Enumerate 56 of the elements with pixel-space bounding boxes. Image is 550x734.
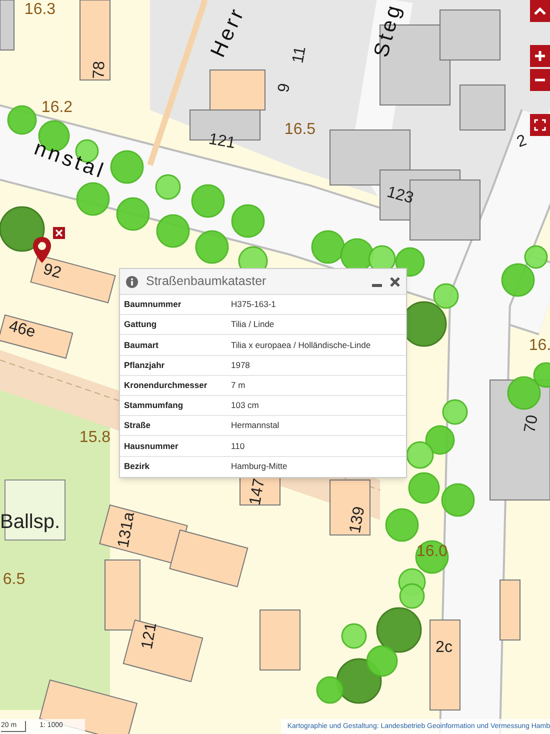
map-label: 2 <box>515 132 529 152</box>
map-label: 147 <box>248 477 268 507</box>
row-value: 110 <box>231 440 245 452</box>
map-label: 46e <box>7 318 37 342</box>
row-label: Straße <box>124 419 152 432</box>
map-label: 16.3 <box>24 2 56 18</box>
minus-icon <box>534 78 546 82</box>
map-label: 16.5 <box>284 122 316 138</box>
map-label: 9 <box>276 82 294 94</box>
map-label: Steg <box>370 0 406 60</box>
zoom-in-button[interactable] <box>530 45 550 67</box>
row-label: Baumnummer <box>124 298 182 311</box>
row-label: Kronendurchmesser <box>124 378 208 392</box>
row-label: Bezirk <box>124 460 151 473</box>
row-label: Pflanzjahr <box>124 358 166 372</box>
row-value: Hermannstal <box>231 419 280 432</box>
row-value: Tilia / Linde <box>231 318 274 332</box>
map-label: 70 <box>522 414 542 434</box>
row-value: 103 cm <box>231 399 259 412</box>
close-marker-icon[interactable] <box>53 227 65 239</box>
map-label: 123 <box>385 184 415 208</box>
map-label: 6.5 <box>2 572 26 588</box>
map-label: 78 <box>92 60 108 80</box>
map-label: 11 <box>290 45 310 65</box>
map-label: 139 <box>348 505 368 535</box>
up-button[interactable] <box>530 0 550 22</box>
map-label: Ballsp. <box>0 512 60 532</box>
fullscreen-icon <box>534 119 546 131</box>
row-label: Baumart <box>124 338 160 352</box>
map-label: 15.8 <box>79 430 111 446</box>
row-value: 1978 <box>231 358 250 372</box>
map-label: 16.0 <box>416 544 448 560</box>
row-label: Gattung <box>124 318 158 332</box>
close-button[interactable] <box>390 276 400 286</box>
plus-icon <box>534 50 546 62</box>
map-label: 92 <box>41 262 63 282</box>
map-label: 2c <box>436 640 452 656</box>
chevron-up-icon <box>534 7 546 15</box>
popup-title: Straßenbaumkataster <box>146 273 268 290</box>
row-value: 7 m <box>231 378 246 392</box>
info-icon <box>126 276 138 288</box>
map-label: Herr <box>207 4 249 60</box>
map-label: 16.2 <box>41 100 73 116</box>
row-value: H375-163-1 <box>231 298 276 311</box>
map-label: nnstal <box>32 137 108 183</box>
fullscreen-button[interactable] <box>530 114 550 136</box>
map-label: 131a <box>116 511 138 549</box>
location-pin-icon <box>32 236 52 264</box>
zoom-out-button[interactable] <box>530 69 550 91</box>
row-label: Stammumfang <box>124 399 184 412</box>
row-value: Hamburg-Mitte <box>231 460 288 473</box>
row-value: Tilia x europaea / Holländische-Linde <box>231 338 371 352</box>
map-label: 121 <box>140 621 160 651</box>
map-label: 16. <box>528 338 550 354</box>
row-label: Hausnummer <box>124 440 180 452</box>
map-label: 121 <box>207 132 237 152</box>
